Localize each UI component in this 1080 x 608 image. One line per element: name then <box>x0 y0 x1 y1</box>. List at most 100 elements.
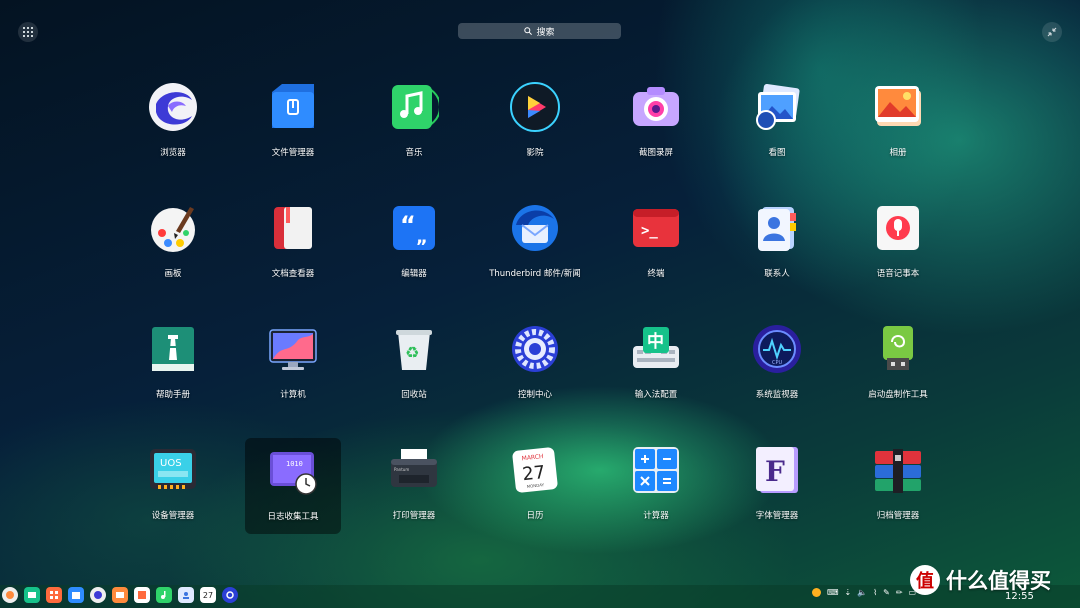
collapse-icon <box>1047 27 1057 37</box>
input-method-glyph: 中 <box>647 331 664 352</box>
dock-contacts-icon[interactable] <box>178 587 194 603</box>
printer-brand-text: Pantum <box>394 467 409 472</box>
trash-icon: ♻ <box>396 330 432 370</box>
document-viewer-icon <box>274 207 312 249</box>
app-label: 回收站 <box>401 390 427 400</box>
app-label: 字体管理器 <box>755 511 799 521</box>
app-label: 打印管理器 <box>392 511 436 521</box>
app-voice-notes[interactable]: 语音记事本 <box>850 181 946 279</box>
app-control-center[interactable]: 控制中心 <box>487 302 583 400</box>
keyboard-icon[interactable]: ⌨ <box>827 588 839 597</box>
device-manager-icon: UOS <box>150 449 196 489</box>
app-print-manager[interactable]: Pantum 打印管理器 <box>366 423 462 521</box>
app-boot-maker[interactable]: 启动盘制作工具 <box>850 302 946 400</box>
app-trash[interactable]: ♻ 回收站 <box>366 302 462 400</box>
app-music[interactable]: 音乐 <box>366 60 462 158</box>
pen2-icon[interactable]: ✏ <box>896 588 903 597</box>
app-label: 输入法配置 <box>634 390 678 400</box>
app-computer[interactable]: 计算机 <box>245 302 341 400</box>
pen-icon[interactable]: ✎ <box>883 588 890 597</box>
dock-music-icon[interactable] <box>156 587 172 603</box>
watermark-logo: 值 <box>910 565 940 595</box>
app-browser[interactable]: 浏览器 <box>125 60 221 158</box>
terminal-icon: >_ <box>633 209 679 247</box>
computer-icon <box>269 329 317 370</box>
dock-calendar-day: 27 <box>202 590 214 600</box>
contacts-icon <box>758 207 796 251</box>
boot-maker-icon <box>883 326 913 370</box>
usb-icon[interactable]: ⇣ <box>845 588 852 597</box>
app-screenshot[interactable]: 截图录屏 <box>608 60 704 158</box>
app-document-viewer[interactable]: 文档查看器 <box>245 181 341 279</box>
app-archive-manager[interactable]: 归档管理器 <box>850 423 946 521</box>
app-font-manager[interactable]: F 字体管理器 <box>729 423 825 521</box>
launcher-icon[interactable] <box>2 587 18 603</box>
dock-terminal-icon[interactable] <box>24 587 40 603</box>
app-label: 看图 <box>768 148 786 158</box>
print-manager-icon: Pantum <box>391 449 437 487</box>
watermark-text: 什么值得买 <box>946 569 1051 593</box>
app-device-manager[interactable]: UOS 设备管理器 <box>125 423 221 521</box>
notification-icon[interactable] <box>812 588 821 597</box>
album-icon <box>875 86 921 126</box>
wifi-icon[interactable]: ⌇ <box>873 588 877 597</box>
thunderbird-icon <box>512 205 558 251</box>
cpu-label: CPU <box>772 360 783 366</box>
app-text-editor[interactable]: “ „ 编辑器 <box>366 181 462 279</box>
app-terminal[interactable]: >_ 终端 <box>608 181 704 279</box>
dock-app-store-icon[interactable] <box>46 587 62 603</box>
dock-file-manager-icon[interactable] <box>68 587 84 603</box>
svg-text:„: „ <box>416 227 428 248</box>
app-label: 联系人 <box>764 269 790 279</box>
app-image-viewer[interactable]: 看图 <box>729 60 825 158</box>
app-input-method[interactable]: 中 输入法配置 <box>608 302 704 400</box>
voice-notes-icon <box>877 206 919 250</box>
app-label: 截图录屏 <box>638 148 673 158</box>
app-label: 浏览器 <box>160 148 186 158</box>
app-label: 计算机 <box>280 390 306 400</box>
image-viewer-icon <box>756 84 800 130</box>
exit-fullscreen-button[interactable] <box>1042 22 1062 42</box>
app-grid-toggle-button[interactable] <box>18 22 38 42</box>
dock-album-icon[interactable] <box>134 587 150 603</box>
volume-icon[interactable]: 🔈 <box>857 588 867 597</box>
app-draw[interactable]: 画板 <box>125 181 221 279</box>
app-label: 日志收集工具 <box>267 512 319 522</box>
app-label: 画板 <box>164 269 182 279</box>
control-center-icon <box>512 326 558 372</box>
app-system-monitor[interactable]: CPU 系统监视器 <box>729 302 825 400</box>
dock-browser-icon[interactable] <box>90 587 106 603</box>
app-calculator[interactable]: 计算器 <box>608 423 704 521</box>
browser-icon <box>149 83 197 131</box>
log-viewer-icon: 1010 <box>270 452 317 495</box>
app-movie[interactable]: 影院 <box>487 60 583 158</box>
manual-icon <box>152 327 194 371</box>
app-album[interactable]: 相册 <box>850 60 946 158</box>
app-label: 编辑器 <box>401 269 427 279</box>
grid-icon <box>23 27 33 37</box>
dock-calendar-icon[interactable]: 27 <box>200 587 216 603</box>
app-thunderbird[interactable]: Thunderbird 邮件/新闻 <box>487 181 583 279</box>
music-icon <box>392 85 439 129</box>
movie-icon <box>510 82 560 132</box>
app-manual[interactable]: 帮助手册 <box>125 302 221 400</box>
terminal-prompt-text: >_ <box>641 223 658 239</box>
search-box[interactable]: 搜索 <box>458 23 621 39</box>
app-file-manager[interactable]: 文件管理器 <box>245 60 341 158</box>
font-glyph: F <box>765 455 785 488</box>
system-monitor-icon: CPU <box>753 325 801 373</box>
app-label: 计算器 <box>643 511 669 521</box>
dock-control-center-icon[interactable] <box>222 587 238 603</box>
app-calendar[interactable]: MARCH 27 MONDAY 日历 <box>487 423 583 521</box>
app-label: 文档查看器 <box>271 269 315 279</box>
app-label: 影院 <box>526 148 544 158</box>
app-label: 系统监视器 <box>755 390 799 400</box>
app-contacts[interactable]: 联系人 <box>729 181 825 279</box>
app-log-viewer[interactable]: 1010 日志收集工具 <box>245 438 341 534</box>
search-label: 搜索 <box>536 27 555 38</box>
clock[interactable]: 12:55 <box>1005 591 1034 602</box>
font-manager-icon: F <box>756 447 798 493</box>
text-editor-icon: “ „ <box>393 206 435 250</box>
dock-mail-icon[interactable] <box>112 587 128 603</box>
app-label: 语音记事本 <box>876 269 920 279</box>
